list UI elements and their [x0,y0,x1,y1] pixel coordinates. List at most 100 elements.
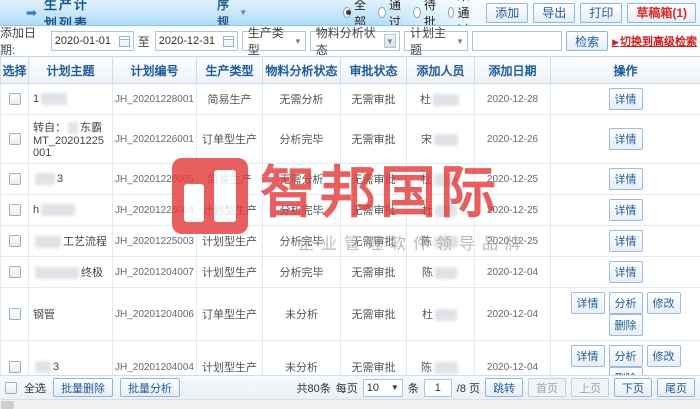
approval-status-cell: 无需审批 [340,194,407,226]
row-checkbox[interactable] [8,235,21,248]
plan-number-cell: JH_20201225003 [112,225,197,257]
scrollbar-thumb[interactable] [1,401,14,409]
action-edit-button[interactable]: 修改 [646,345,681,367]
added-person-cell: 陈 [406,225,475,257]
radio-label: 全部 [353,0,366,26]
action-detail-button[interactable]: 详情 [608,230,643,252]
filter-select-0[interactable]: 生产类型 ▼ [241,26,306,57]
column-header[interactable]: 计划编号 [112,56,197,84]
row-checkbox[interactable] [8,93,21,106]
select-cell [0,194,29,226]
title-arrow-icon: ➡ [26,5,37,20]
action-detail-button[interactable]: 详情 [608,168,643,190]
per-page-select[interactable]: 10 ▼ [362,378,403,397]
sort-rule-label: 排序规则 [217,0,230,26]
added-date-cell: 2020-12-25 [474,225,551,257]
row-checkbox[interactable] [8,133,21,146]
radio-未通过[interactable]: 未通过 [448,0,474,25]
row-checkbox[interactable] [8,204,21,217]
radio-待批[interactable]: 待批 [413,0,439,25]
redaction-blur [35,173,55,186]
select-value: 生产类型 [247,26,284,57]
plan-table: 选择 计划主题 计划编号 生产类型 物料分析状态 审批状态 添加人员 添加日期 操作 1 JH_2… [0,56,700,409]
added-date-cell: 2020-12-28 [474,83,551,115]
action-detail-button[interactable]: 详情 [608,128,643,150]
column-header[interactable]: 操作 [550,56,700,84]
added-person-cell: 杜 [406,83,475,115]
jump-button[interactable]: 跳转 [485,378,523,397]
column-header[interactable]: 生产类型 [196,56,263,84]
action-edit-button[interactable]: 修改 [646,292,681,314]
page-number-input[interactable] [423,378,452,397]
column-header[interactable]: 物料分析状态 [262,56,341,84]
person-name: 陈 [422,267,433,279]
add-button[interactable]: 添加 [486,2,529,23]
plan-number-cell: JH_20201225005 [112,163,197,195]
added-person-cell: 杜 [406,163,475,195]
column-header[interactable]: 选择 [0,56,29,84]
search-button[interactable]: 检索 [566,31,609,51]
plan-number-cell: JH_20201225004 [112,194,197,226]
action-analyze-button[interactable]: 分析 [608,345,643,367]
batch-analyze-button[interactable]: 批量分析 [120,378,180,397]
chevron-down-icon: ▼ [456,36,465,46]
date-from-input[interactable] [54,33,115,49]
action-detail-button[interactable]: 详情 [608,88,643,110]
radio-全部[interactable]: 全部 [343,0,369,26]
sort-rule-dropdown[interactable]: 排序规则 ▼ [217,0,247,26]
radio-icon [378,7,386,18]
plan-theme-cell: h [28,194,113,226]
next-page-button[interactable]: 下页 [614,378,652,397]
select-all-checkbox[interactable] [5,381,17,394]
action-detail-button[interactable]: 详情 [608,199,643,221]
plan-theme-text: 3 [57,172,64,185]
export-button[interactable]: 导出 [533,2,576,23]
row-checkbox[interactable] [8,308,21,321]
prev-page-button[interactable]: 上页 [571,378,609,397]
column-header[interactable]: 添加日期 [474,56,551,84]
calendar-icon[interactable] [118,35,130,47]
material-status-cell: 分析完毕 [262,114,341,164]
row-checkbox[interactable] [8,266,21,279]
action-delete-button[interactable]: 删除 [608,314,643,336]
added-date-cell: 2020-12-25 [474,194,551,226]
calendar-icon[interactable] [222,35,234,47]
column-header[interactable]: 计划主题 [28,56,113,84]
horizontal-scrollbar[interactable] [0,399,700,409]
date-filter-label: 添加日期: [0,26,37,57]
first-page-button[interactable]: 首页 [528,378,566,397]
chevron-down-icon: ▼ [293,36,302,46]
production-type-cell: 计划型生产 [196,256,263,288]
production-type-cell: 计划型生产 [196,225,263,257]
action-detail-button[interactable]: 详情 [570,345,605,367]
filter-select-1[interactable]: 物料分析状态 ▼ [309,26,401,57]
pagination: 共80条 每页 10 ▼ 条 /8 页 跳转 首页 上页 下页 尾页 [297,378,695,397]
radio-label: 未通过 [457,0,470,25]
column-header[interactable]: 添加人员 [406,56,475,84]
draftbox-button[interactable]: 草稿箱(1) [627,2,696,23]
keyword-input[interactable] [472,31,563,51]
radio-通过[interactable]: 通过 [378,0,404,25]
advanced-search-link[interactable]: ▶切换到高级检索 [612,33,697,49]
material-status-cell: 无需分析 [262,163,341,195]
redaction-blur [41,204,76,217]
redaction-blur [35,361,51,374]
approval-status-cell: 无需审批 [340,83,407,115]
print-button[interactable]: 打印 [580,2,623,23]
table-row: 终极 JH_20201204007 计划型生产 分析完毕 无需审批 陈 2020-12-04… [0,256,700,288]
row-checkbox[interactable] [8,361,21,374]
filter-select-2[interactable]: 计划主题 ▼ [404,26,469,57]
added-date-cell: 2020-12-04 [474,256,551,288]
person-name: 宋 [421,134,432,146]
action-analyze-button[interactable]: 分析 [608,292,643,314]
row-checkbox[interactable] [8,173,21,186]
column-header[interactable]: 审批状态 [340,56,407,84]
batch-delete-button[interactable]: 批量删除 [53,378,113,397]
action-detail-button[interactable]: 详情 [570,292,605,314]
person-name: 陈 [421,236,432,248]
redaction-blur [434,236,458,249]
date-to-input[interactable] [158,33,219,49]
last-page-button[interactable]: 尾页 [657,378,695,397]
action-detail-button[interactable]: 详情 [608,261,643,283]
redaction-blur [434,134,458,147]
